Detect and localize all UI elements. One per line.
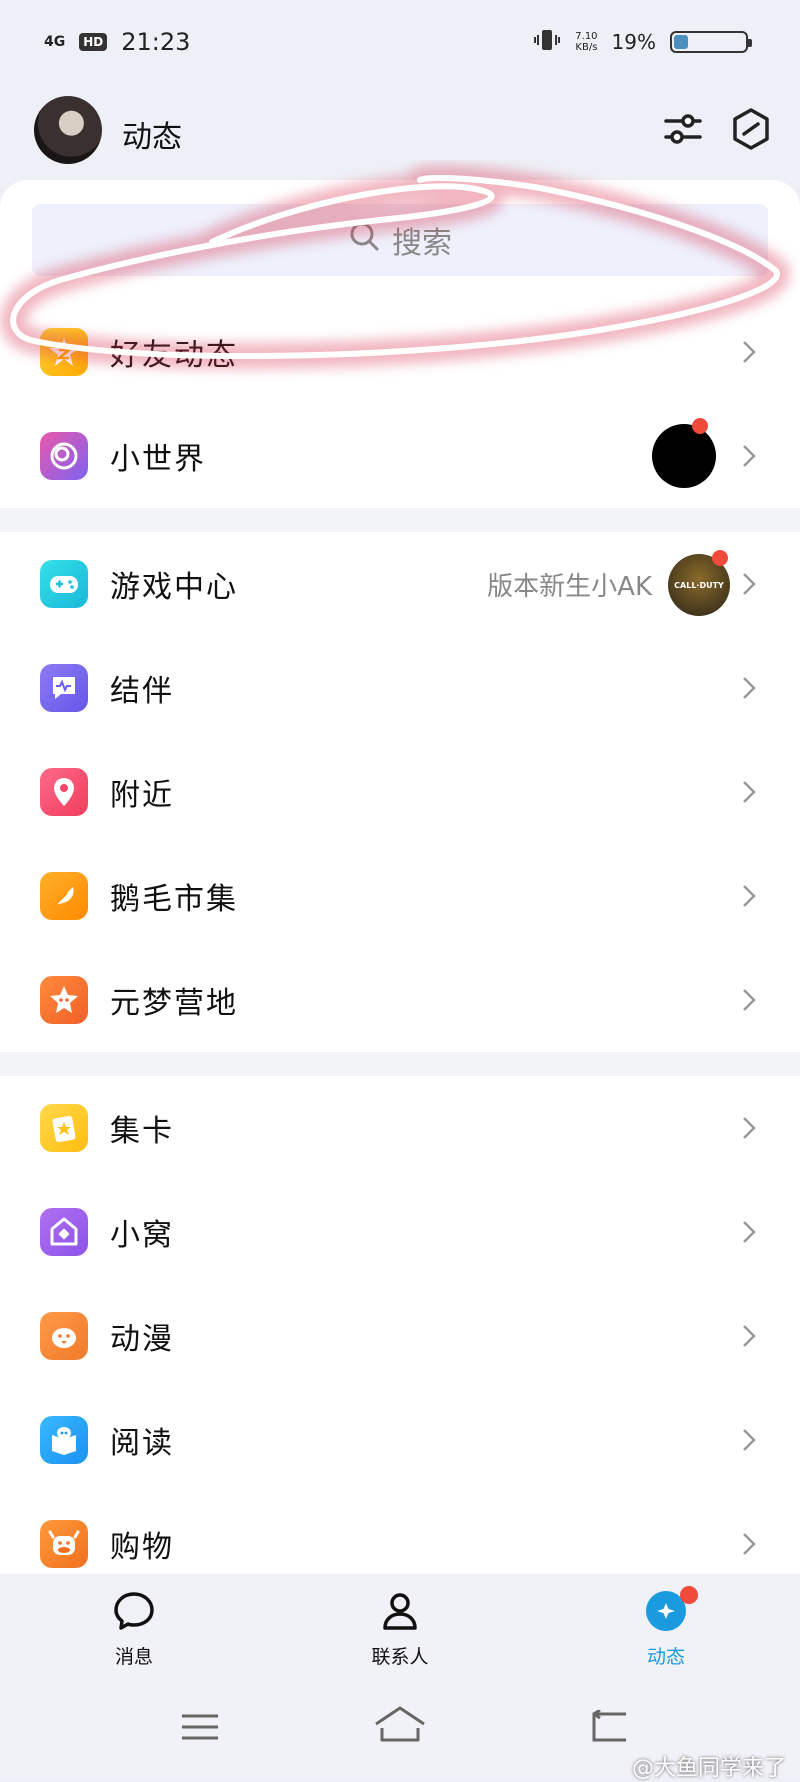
vibrate-icon (533, 28, 561, 56)
list-item-label: 鹅毛市集 (110, 882, 238, 917)
header: 动态 (0, 92, 800, 172)
list-item-game-center[interactable]: 游戏中心 版本新生小AK CALL·DUTY (0, 532, 800, 636)
feather-icon (40, 872, 88, 920)
list-item-collect-cards[interactable]: 集卡 (0, 1076, 800, 1180)
chevron-right-icon (743, 341, 756, 363)
list-item-label: 游戏中心 (110, 570, 238, 605)
notification-dot (712, 550, 728, 566)
tab-label: 消息 (114, 1646, 153, 1668)
speed-unit: KB/s (575, 42, 598, 53)
tab-messages[interactable]: 消息 (74, 1588, 194, 1669)
chat-bubble-icon (114, 1592, 154, 1630)
notification-dot (692, 418, 708, 434)
page-title: 动态 (122, 120, 182, 155)
chevron-right-icon (743, 1221, 756, 1243)
star-mascot-icon (40, 976, 88, 1024)
status-bar: 4G HD 21:23 7.10 KB/s 19% (0, 0, 800, 90)
hd-badge: HD (79, 33, 108, 51)
section-divider (0, 1052, 800, 1076)
cow-mascot-icon (40, 1520, 88, 1568)
list-item-label: 结伴 (110, 674, 174, 709)
chevron-right-icon (743, 1117, 756, 1139)
location-pin-icon (40, 768, 88, 816)
list-item-label: 元梦营地 (110, 986, 238, 1021)
list-item-subtitle: 版本新生小AK (487, 571, 652, 602)
tab-label: 动态 (646, 1646, 685, 1668)
clock: 21:23 (121, 28, 191, 56)
list-item-small-nest[interactable]: 小窝 (0, 1180, 800, 1284)
back-icon[interactable] (586, 1710, 632, 1746)
list-item-label: 动漫 (110, 1322, 174, 1357)
list-item-label: 好友动态 (110, 338, 238, 373)
tab-moments[interactable]: 动态 (606, 1586, 726, 1669)
list-item-small-world[interactable]: 小世界 (0, 404, 800, 508)
book-mascot-icon (40, 1416, 88, 1464)
chat-wave-icon (40, 664, 88, 712)
chevron-right-icon (743, 781, 756, 803)
list-item-shopping[interactable]: 购物 (0, 1492, 800, 1575)
search-icon (348, 220, 380, 260)
hexagon-settings-icon[interactable] (728, 106, 774, 152)
chevron-right-icon (743, 1533, 756, 1555)
list-item-label: 附近 (110, 778, 174, 813)
home-icon[interactable] (372, 1704, 428, 1744)
gamepad-icon (40, 560, 88, 608)
small-world-icon (40, 432, 88, 480)
search-placeholder: 搜索 (392, 226, 452, 261)
list-item-companion[interactable]: 结伴 (0, 636, 800, 740)
group-social: 好友动态 小世界 (0, 300, 800, 508)
list-item-label: 集卡 (110, 1114, 174, 1149)
battery-fill (674, 35, 689, 49)
game-thumbnail-text: CALL·DUTY (674, 580, 724, 590)
house-icon (40, 1208, 88, 1256)
list-item-anime[interactable]: 动漫 (0, 1284, 800, 1388)
list-item-label: 小世界 (110, 442, 206, 477)
group-services: 游戏中心 版本新生小AK CALL·DUTY 结伴 附近 鹅毛市集 元梦营地 (0, 532, 800, 1052)
chevron-right-icon (743, 885, 756, 907)
network-speed: 7.10 KB/s (575, 31, 597, 53)
section-divider (0, 508, 800, 532)
list-item-label: 购物 (110, 1530, 174, 1565)
watermark: @大鱼同学来了 (631, 1756, 786, 1781)
tab-contacts[interactable]: 联系人 (340, 1588, 460, 1669)
list-item-friend-feed[interactable]: 好友动态 (0, 300, 800, 404)
star-feed-icon (40, 328, 88, 376)
menu-icon[interactable] (180, 1712, 220, 1742)
network-indicator: 4G (44, 34, 66, 50)
battery-icon (670, 31, 752, 53)
notification-dot (680, 1586, 698, 1604)
tab-label: 联系人 (371, 1646, 429, 1668)
chevron-right-icon (743, 1325, 756, 1347)
filter-settings-icon[interactable] (660, 106, 706, 152)
speed-value: 7.10 (575, 31, 598, 42)
chevron-right-icon (743, 1429, 756, 1451)
list-item-yuanmeng-camp[interactable]: 元梦营地 (0, 948, 800, 1052)
list-item-goose-market[interactable]: 鹅毛市集 (0, 844, 800, 948)
list-item-label: 小窝 (110, 1218, 174, 1253)
group-entertainment: 集卡 小窝 动漫 阅读 购物 (0, 1076, 800, 1575)
search-bar[interactable]: 搜索 (32, 204, 768, 276)
avatar (652, 424, 716, 488)
person-icon (383, 1593, 417, 1630)
list-item-nearby[interactable]: 附近 (0, 740, 800, 844)
chevron-right-icon (743, 989, 756, 1011)
chevron-right-icon (743, 677, 756, 699)
chevron-right-icon (743, 445, 756, 467)
list-item-label: 阅读 (110, 1426, 174, 1461)
chevron-right-icon (743, 573, 756, 595)
content-sheet: 搜索 好友动态 小世界 游戏中心 版本新生小AK CALL·DUTY 结伴 附近… (0, 180, 800, 1575)
cards-icon (40, 1104, 88, 1152)
bottom-tab-bar: 消息 联系人 动态 (0, 1574, 800, 1674)
battery-percent: 19% (611, 30, 656, 54)
avatar[interactable] (34, 96, 102, 164)
chick-mascot-icon (40, 1312, 88, 1360)
list-item-reading[interactable]: 阅读 (0, 1388, 800, 1492)
